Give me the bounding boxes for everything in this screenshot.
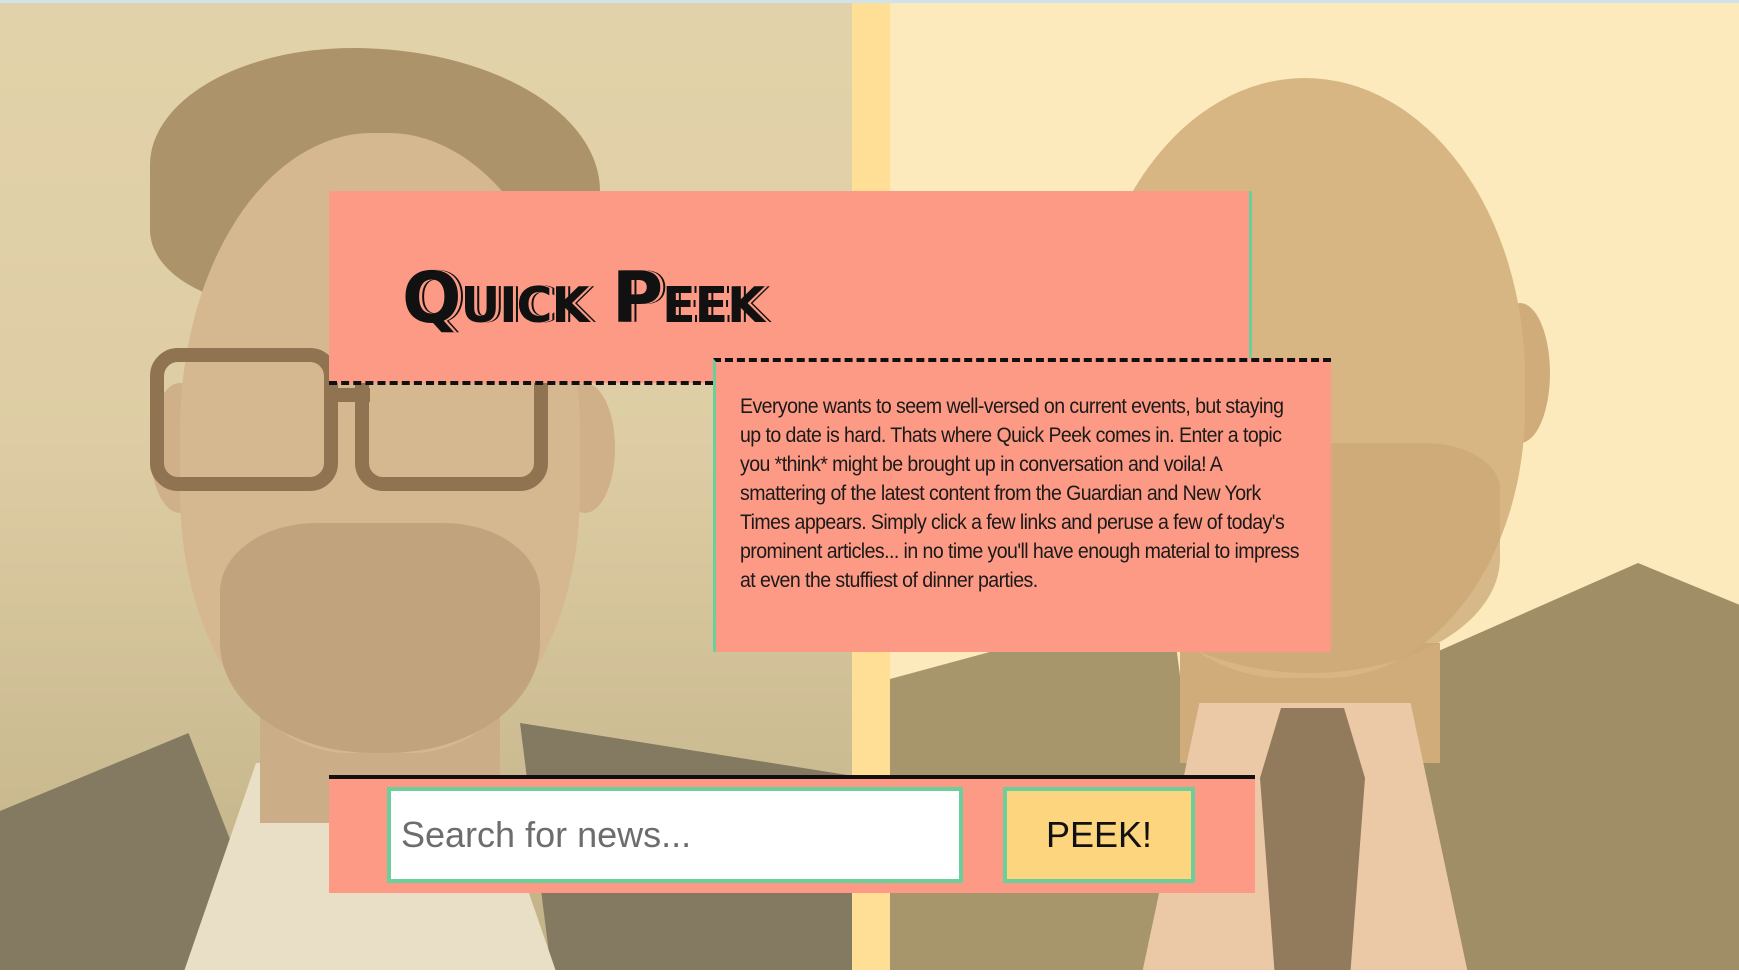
- description-card: Everyone wants to seem well-versed on cu…: [713, 358, 1331, 652]
- header-dashed-divider: [329, 381, 713, 385]
- bottom-strip: [0, 970, 1739, 978]
- page: Quick Peek Everyone wants to seem well-v…: [0, 0, 1739, 978]
- app-logo: Quick Peek: [402, 257, 765, 339]
- peek-button[interactable]: PEEK!: [1003, 787, 1195, 883]
- description-text: Everyone wants to seem well-versed on cu…: [740, 395, 1300, 592]
- search-input[interactable]: [387, 787, 963, 883]
